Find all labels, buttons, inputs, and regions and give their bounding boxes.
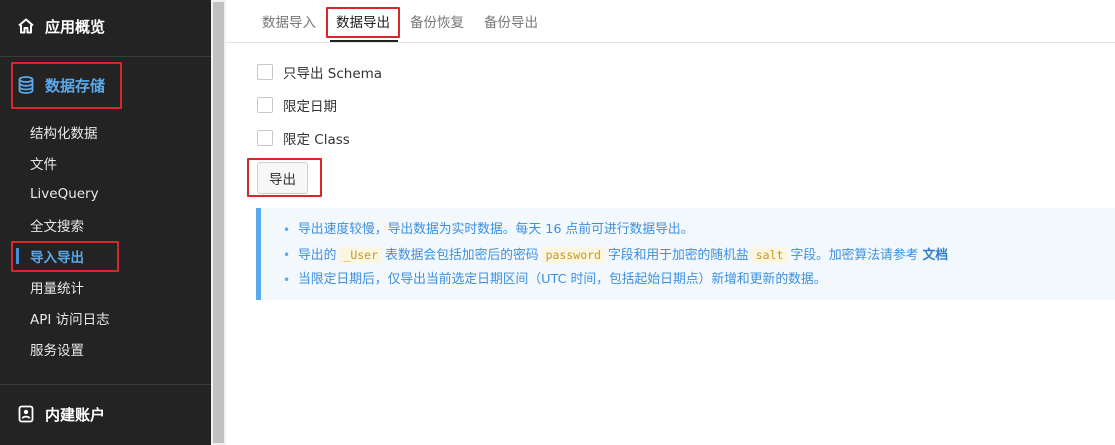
sidebar-item-files[interactable]: 文件 xyxy=(0,147,211,178)
tab-data-export[interactable]: 数据导出 xyxy=(336,11,390,31)
export-button[interactable]: 导出 xyxy=(257,162,308,194)
sidebar-item-fulltext-search[interactable]: 全文搜索 xyxy=(0,209,211,240)
checkbox-limit-class[interactable] xyxy=(257,130,273,146)
account-icon xyxy=(16,404,36,424)
tab-bar: 数据导入 数据导出 备份恢复 备份导出 xyxy=(226,0,1115,43)
sidebar-overview-label: 应用概览 xyxy=(45,17,106,36)
sidebar-divider xyxy=(0,384,211,385)
tab-backup-restore[interactable]: 备份恢复 xyxy=(410,11,464,31)
sidebar-item-import-export[interactable]: 导入导出 xyxy=(0,240,211,271)
sidebar-scrollbar[interactable] xyxy=(211,0,226,445)
sidebar-item-label: 文件 xyxy=(30,156,57,173)
sidebar-item-label: API 访问日志 xyxy=(30,311,110,328)
option-limit-date[interactable]: 限定日期 xyxy=(257,95,337,115)
notice-line-date-range: 当限定日期后，仅导出当前选定日期区间（UTC 时间，包括起始日期点）新增和更新的… xyxy=(283,270,948,295)
sidebar-item-label: LiveQuery xyxy=(30,185,99,202)
sidebar-account-label: 内建账户 xyxy=(45,405,106,424)
checkbox-limit-date[interactable] xyxy=(257,97,273,113)
sidebar-item-usage-stats[interactable]: 用量统计 xyxy=(0,271,211,302)
docs-link[interactable]: 文档 xyxy=(922,248,948,263)
tab-backup-export[interactable]: 备份导出 xyxy=(484,11,538,31)
sidebar-item-data-storage[interactable]: 数据存储 xyxy=(0,61,211,109)
notice-line-speed: 导出速度较慢，导出数据为实时数据。每天 16 点前可进行数据导出。 xyxy=(283,220,948,245)
code-user: _User xyxy=(339,247,383,263)
option-label: 限定 Class xyxy=(283,132,350,148)
tab-data-import[interactable]: 数据导入 xyxy=(262,11,316,31)
sidebar-item-api-access-log[interactable]: API 访问日志 xyxy=(0,302,211,333)
checkbox-schema-only[interactable] xyxy=(257,64,273,80)
sidebar: 应用概览 数据存储 结构化数据 文件 LiveQuery 全文搜索 导入导出 用… xyxy=(0,0,211,445)
option-schema-only[interactable]: 只导出 Schema xyxy=(257,62,382,82)
active-tab-indicator xyxy=(330,40,398,42)
sidebar-divider xyxy=(0,56,211,57)
notice-line-user-table: 导出的_User表数据会包括加密后的密码password字段和用于加密的随机盐s… xyxy=(283,245,948,270)
scrollbar-thumb[interactable] xyxy=(213,2,224,443)
home-icon xyxy=(16,16,36,36)
sidebar-item-label: 服务设置 xyxy=(30,342,84,359)
sidebar-item-label: 结构化数据 xyxy=(30,125,98,142)
sidebar-item-builtin-accounts[interactable]: 内建账户 xyxy=(0,388,211,440)
sidebar-item-service-settings[interactable]: 服务设置 xyxy=(0,333,211,364)
sidebar-item-label: 用量统计 xyxy=(30,280,84,297)
main-content: 数据导入 数据导出 备份恢复 备份导出 只导出 Schema 限定日期 限定 C… xyxy=(226,0,1115,445)
sidebar-item-label: 全文搜索 xyxy=(30,218,84,235)
code-salt: salt xyxy=(751,247,788,263)
info-notice: 导出速度较慢，导出数据为实时数据。每天 16 点前可进行数据导出。 导出的_Us… xyxy=(256,208,1115,300)
option-label: 限定日期 xyxy=(283,99,337,115)
sidebar-item-label: 导入导出 xyxy=(30,249,84,266)
option-limit-class[interactable]: 限定 Class xyxy=(257,128,350,148)
sidebar-item-livequery[interactable]: LiveQuery xyxy=(0,178,211,209)
database-icon xyxy=(16,75,36,95)
code-password: password xyxy=(541,247,605,263)
option-label: 只导出 Schema xyxy=(283,66,383,82)
sidebar-item-structured-data[interactable]: 结构化数据 xyxy=(0,116,211,147)
sidebar-item-overview[interactable]: 应用概览 xyxy=(0,0,211,52)
sidebar-storage-label: 数据存储 xyxy=(45,76,106,95)
